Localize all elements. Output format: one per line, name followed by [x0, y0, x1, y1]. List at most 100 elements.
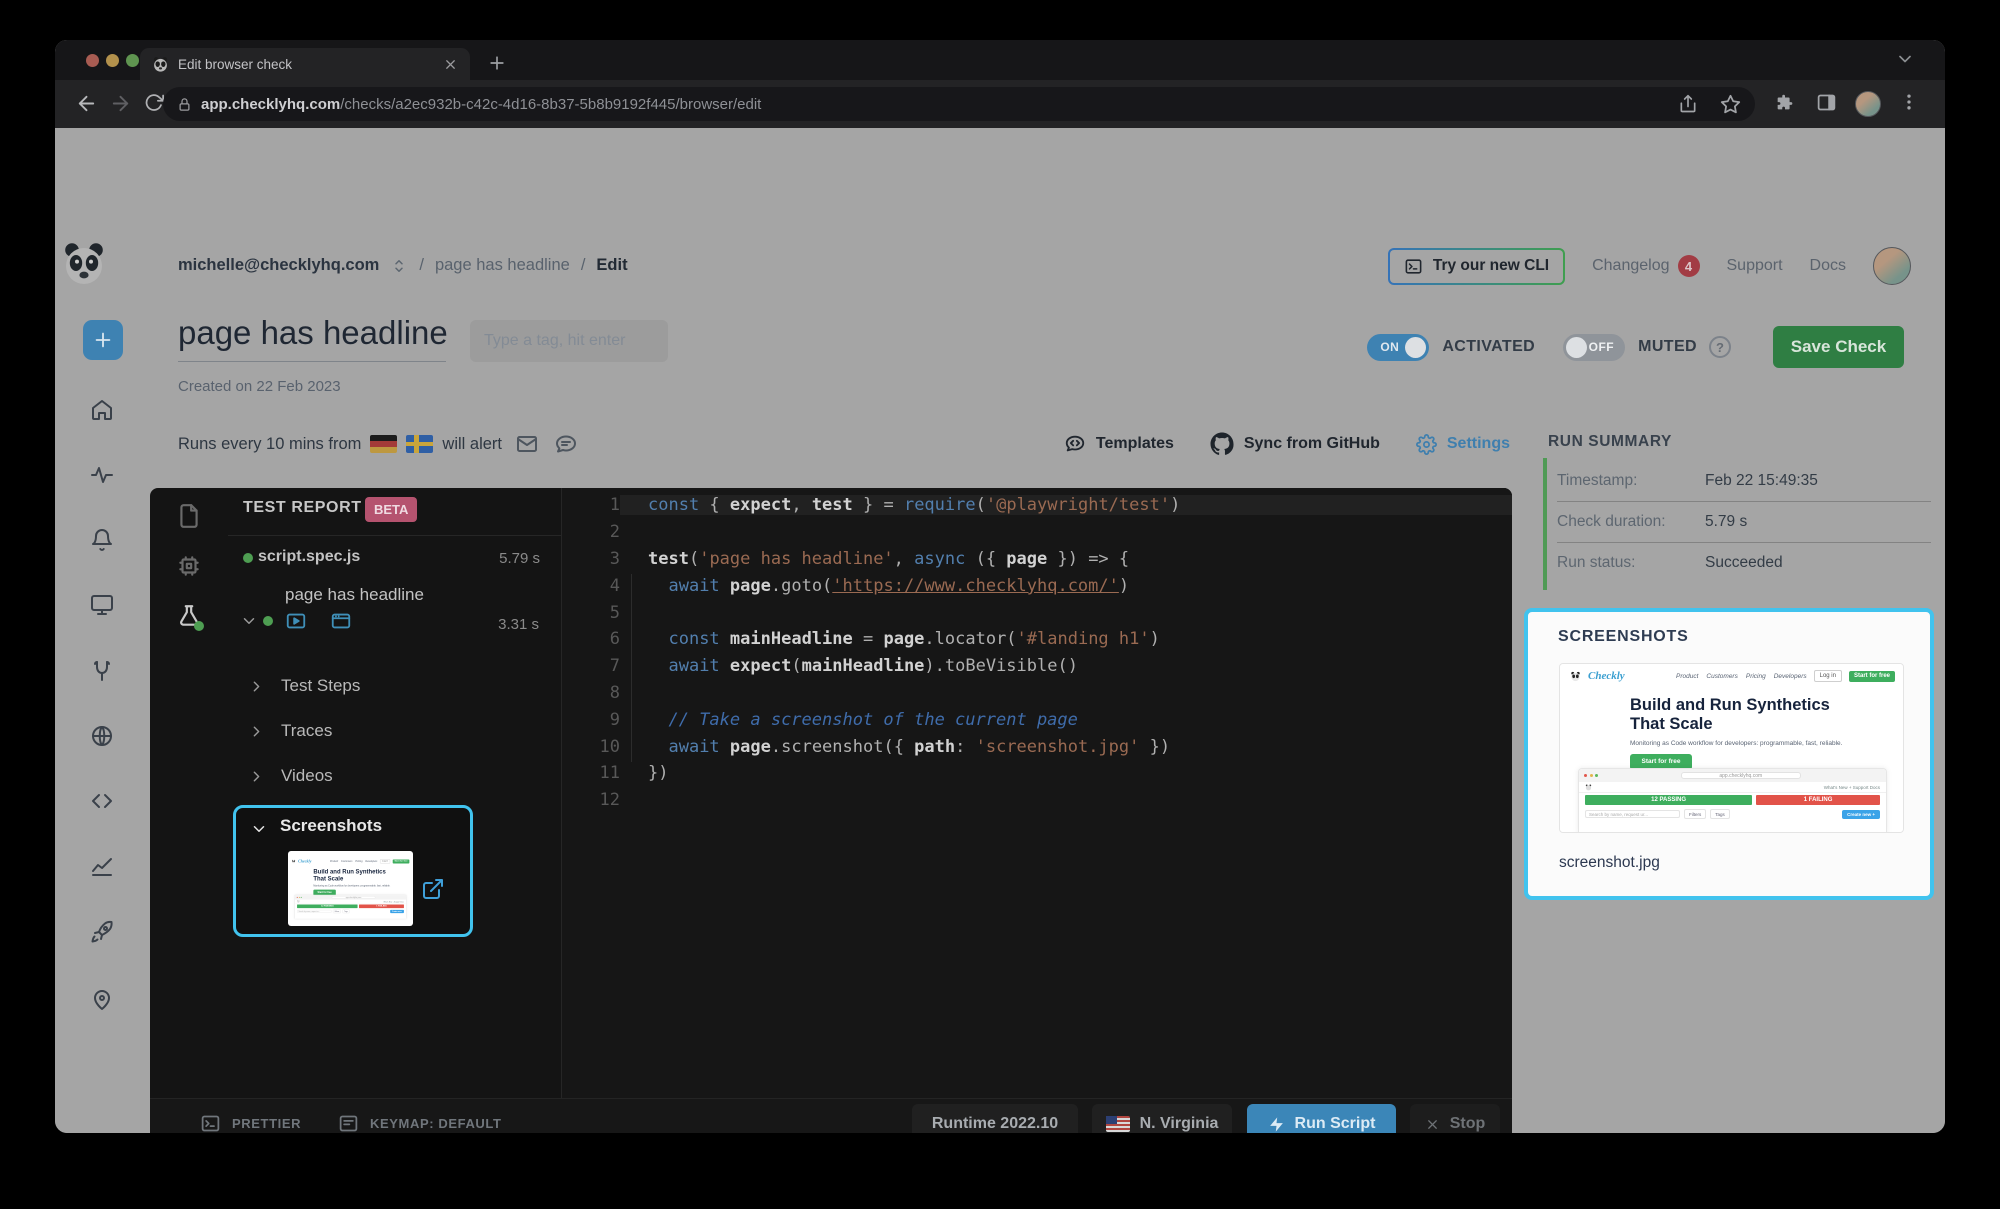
- code-line[interactable]: 3test('page has headline', async ({ page…: [562, 546, 1512, 573]
- run-script-button[interactable]: Run Script: [1247, 1104, 1396, 1133]
- prettier-terminal-icon[interactable]: [200, 1113, 221, 1133]
- muted-toggle[interactable]: OFF: [1563, 334, 1625, 361]
- tab-search-chevron-icon[interactable]: [1895, 49, 1915, 69]
- rocket-icon[interactable]: [90, 920, 114, 944]
- code-line[interactable]: 1const { expect, test } = require('@play…: [562, 492, 1512, 519]
- bookmark-star-icon[interactable]: [1720, 94, 1741, 115]
- thumb-navbar: Checkly ProductCustomersPricingDeveloper…: [1560, 664, 1904, 688]
- code-editor[interactable]: 1const { expect, test } = require('@play…: [562, 488, 1512, 1098]
- browser-tab[interactable]: Edit browser check: [140, 48, 470, 80]
- support-link[interactable]: Support: [1727, 257, 1783, 275]
- browser-profile-avatar[interactable]: [1855, 91, 1881, 117]
- checkly-logo-icon: [297, 900, 300, 903]
- code-line[interactable]: 12: [562, 787, 1512, 814]
- home-icon[interactable]: [90, 398, 114, 422]
- zoom-window-button[interactable]: [126, 54, 139, 67]
- code-line[interactable]: 11}): [562, 760, 1512, 787]
- stop-button[interactable]: Stop: [1410, 1104, 1500, 1133]
- side-panel-icon[interactable]: [1816, 92, 1837, 113]
- share-icon[interactable]: [1678, 94, 1698, 114]
- thumb-create-button: Create new +: [1842, 810, 1880, 819]
- keymap-icon[interactable]: [338, 1113, 359, 1133]
- chevron-right-icon: [248, 678, 265, 695]
- new-tab-button[interactable]: [487, 53, 507, 73]
- screenshot-thumbnail-large[interactable]: Checkly ProductCustomersPricingDeveloper…: [1559, 663, 1904, 833]
- tree-item-traces[interactable]: Traces: [248, 721, 332, 741]
- checkly-logo[interactable]: [60, 240, 108, 288]
- extensions-puzzle-icon[interactable]: [1774, 92, 1796, 114]
- gear-icon: [1416, 434, 1437, 455]
- line-number: 5: [562, 603, 620, 623]
- maintenance-icon[interactable]: [90, 659, 114, 683]
- code-snippets-icon[interactable]: [90, 789, 114, 813]
- code-line[interactable]: 7 await expect(mainHeadline).toBeVisible…: [562, 653, 1512, 680]
- code-line[interactable]: 5: [562, 599, 1512, 626]
- back-icon[interactable]: [75, 92, 98, 115]
- screenshot-thumbnail-small[interactable]: Checkly ProductCustomersPricingDeveloper…: [288, 851, 413, 926]
- chevron-down-icon[interactable]: [250, 820, 268, 838]
- prettier-label[interactable]: PRETTIER: [232, 1116, 301, 1131]
- try-cli-button[interactable]: Try our new CLI: [1388, 248, 1565, 285]
- code-line[interactable]: 9 // Take a screenshot of the current pa…: [562, 706, 1512, 733]
- close-window-button[interactable]: [86, 54, 99, 67]
- alerts-bell-icon[interactable]: [90, 528, 114, 552]
- forward-icon[interactable]: [109, 92, 132, 115]
- thumb-mini-url: app.checklyhq.com: [1681, 772, 1801, 779]
- dashboards-icon[interactable]: [90, 593, 114, 617]
- code-line[interactable]: 6 const mainHeadline = page.locator('#la…: [562, 626, 1512, 653]
- url-bar[interactable]: app.checklyhq.com/checks/a2ec932b-c42c-4…: [163, 87, 1755, 121]
- tree-item-test-steps[interactable]: Test Steps: [248, 676, 360, 696]
- save-check-button[interactable]: Save Check: [1773, 326, 1904, 368]
- region-select[interactable]: N. Virginia: [1092, 1104, 1232, 1133]
- thumb-browser-mockup: app.checklyhq.com What's New + Support D…: [295, 895, 407, 919]
- location-pin-icon[interactable]: [90, 988, 114, 1012]
- keymap-label[interactable]: KEYMAP: DEFAULT: [370, 1116, 502, 1131]
- thumb-headline: Build and Run SyntheticsThat Scale: [313, 869, 413, 883]
- browser-window-icon[interactable]: [330, 610, 352, 632]
- screenshots-tree-highlight[interactable]: Screenshots Checkly ProductCustomersPric…: [233, 805, 473, 937]
- changelog-link[interactable]: Changelog4: [1592, 255, 1699, 277]
- check-name-input[interactable]: page has headline: [178, 314, 446, 362]
- line-number: 8: [562, 683, 620, 703]
- tree-item-videos[interactable]: Videos: [248, 766, 333, 786]
- create-new-button[interactable]: [83, 320, 123, 360]
- help-question-icon[interactable]: ?: [1709, 336, 1731, 358]
- templates-button[interactable]: Templates: [1064, 433, 1174, 455]
- settings-button[interactable]: Settings: [1416, 434, 1510, 455]
- user-avatar[interactable]: [1873, 247, 1911, 285]
- passing-bar: 12 PASSING: [1585, 795, 1752, 805]
- chevron-down-icon[interactable]: [240, 612, 258, 630]
- activated-toggle[interactable]: ON: [1367, 334, 1429, 361]
- breadcrumb-check-link[interactable]: page has headline: [435, 256, 570, 275]
- thumb-subtext: Monitoring as Code workflow for develope…: [1630, 740, 1904, 747]
- summary-row-duration: Check duration:5.79 s: [1557, 501, 1931, 542]
- code-line[interactable]: 8: [562, 680, 1512, 707]
- sync-github-button[interactable]: Sync from GitHub: [1210, 432, 1380, 456]
- file-tab-icon[interactable]: [176, 503, 202, 529]
- account-switcher[interactable]: michelle@checklyhq.com: [178, 256, 379, 275]
- globe-icon[interactable]: [90, 724, 114, 748]
- thumb-login-button: Log in: [380, 859, 390, 863]
- tab-close-icon[interactable]: [443, 57, 458, 72]
- flask-tab-icon-active[interactable]: [176, 603, 202, 629]
- runtime-select[interactable]: Runtime 2022.10: [912, 1104, 1078, 1133]
- reload-icon[interactable]: [143, 92, 164, 113]
- activity-checks-icon[interactable]: [90, 463, 114, 487]
- tag-input[interactable]: [470, 320, 668, 362]
- video-play-icon[interactable]: [285, 610, 307, 632]
- docs-link[interactable]: Docs: [1810, 257, 1846, 275]
- run-summary-title: RUN SUMMARY: [1548, 433, 1672, 451]
- browser-menu-kebab-icon[interactable]: [1899, 92, 1919, 112]
- code-line[interactable]: 4 await page.goto('https://www.checklyhq…: [562, 572, 1512, 599]
- analytics-chart-icon[interactable]: [90, 855, 114, 879]
- account-updown-icon[interactable]: [390, 257, 408, 275]
- minimize-window-button[interactable]: [106, 54, 119, 67]
- test-editor-panel: TEST REPORT BETA script.spec.js 5.79 s p…: [150, 488, 1512, 1133]
- spec-file-row[interactable]: script.spec.js 5.79 s: [228, 544, 562, 574]
- code-line[interactable]: 10 await page.screenshot({ path: 'screen…: [562, 733, 1512, 760]
- chip-tab-icon[interactable]: [176, 553, 202, 579]
- code-line[interactable]: 2: [562, 519, 1512, 546]
- external-link-icon[interactable]: [421, 877, 445, 901]
- checkly-logo-icon: [1570, 671, 1581, 682]
- thumb-navbar: Checkly ProductCustomersPricingDeveloper…: [288, 857, 413, 866]
